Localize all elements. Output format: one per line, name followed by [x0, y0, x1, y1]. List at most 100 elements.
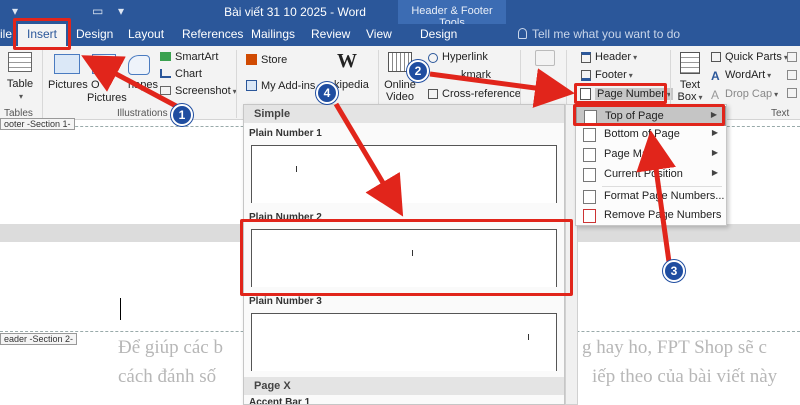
- object-icon: [787, 88, 797, 98]
- tab-layout[interactable]: Layout: [128, 27, 164, 41]
- screenshot-icon: [160, 86, 171, 95]
- chart-button[interactable]: Chart: [175, 68, 202, 80]
- tab-file[interactable]: ile: [0, 27, 12, 41]
- my-addins-icon: [246, 80, 257, 91]
- my-addins-label: My Add-ins: [261, 80, 316, 92]
- cross-reference-icon: [428, 89, 438, 99]
- header-icon: [581, 52, 591, 63]
- body-text-line-2-left: cách đánh số: [118, 366, 217, 387]
- table-label: Table: [6, 78, 34, 90]
- tab-design[interactable]: Design: [76, 27, 113, 41]
- step-badge-2: 2: [407, 60, 429, 82]
- online-video-label-2: Video: [386, 91, 414, 103]
- new-comment-icon: [535, 50, 555, 66]
- bookmark-button[interactable]: kmark: [461, 69, 491, 81]
- quick-parts-label: Quick Parts: [725, 51, 782, 63]
- menu-item-format-page-numbers[interactable]: Format Page Numbers...: [576, 187, 726, 207]
- menu-item-remove-page-numbers[interactable]: Remove Page Numbers: [576, 206, 726, 226]
- date-time-icon: [787, 70, 797, 80]
- page-margins-icon: [583, 148, 596, 162]
- page-number-mark: [528, 334, 529, 340]
- tab-review[interactable]: Review: [311, 27, 350, 41]
- menu-label: Current Position: [604, 168, 683, 180]
- gallery-section-simple: Simple: [244, 105, 564, 123]
- format-page-numbers-icon: [583, 190, 596, 204]
- tell-me-search[interactable]: Tell me what you want to do: [518, 27, 680, 41]
- text-cursor: [120, 298, 121, 320]
- smartart-icon: [160, 52, 171, 61]
- chevron-right-icon: ▶: [711, 128, 718, 137]
- smartart-button[interactable]: SmartArt: [175, 51, 218, 63]
- group-label-illustrations: Illustrations: [117, 108, 168, 119]
- chevron-down-icon: ▾: [633, 53, 638, 62]
- bottom-of-page-icon: [583, 128, 596, 142]
- gallery-label-plain-number-3: Plain Number 3: [249, 296, 322, 307]
- pictures-button[interactable]: Pictures: [48, 79, 88, 91]
- highlight-plain-number-2: [240, 219, 573, 296]
- document-title: Bài viết 31 10 2025 - Word: [224, 5, 366, 19]
- tab-references[interactable]: References: [182, 27, 243, 41]
- wikipedia-button[interactable]: kipedia: [334, 79, 369, 91]
- tell-me-text: Tell me what you want to do: [532, 27, 681, 41]
- shapes-button[interactable]: hapes: [128, 79, 158, 91]
- drop-cap-icon: A: [711, 88, 720, 102]
- footer-label: Footer: [595, 69, 627, 81]
- wordart-label: WordArt: [725, 69, 766, 81]
- gallery-label-accent-bar-1: Accent Bar 1: [249, 397, 311, 405]
- menu-item-current-position[interactable]: Current Position ▶: [576, 165, 726, 185]
- current-position-icon: [583, 168, 596, 182]
- menu-label: Page Ma: [604, 148, 649, 160]
- online-pictures-button[interactable]: O: [91, 79, 100, 91]
- table-button[interactable]: Table ▾: [3, 78, 37, 102]
- cross-reference-button[interactable]: Cross-reference: [442, 88, 521, 100]
- page-number-mark: [296, 166, 297, 172]
- body-text-line-1-left: Để giúp các b: [118, 337, 223, 358]
- gallery-label-plain-number-1: Plain Number 1: [249, 128, 322, 139]
- group-divider: [236, 50, 237, 118]
- text-box-label-1: Text: [679, 79, 701, 91]
- hyperlink-icon: [428, 53, 438, 63]
- footer-button[interactable]: Footer ▾: [595, 69, 633, 81]
- gallery-item-plain-number-3[interactable]: [251, 313, 557, 371]
- gallery-item-plain-number-1[interactable]: [251, 145, 557, 203]
- highlight-insert-tab: [13, 18, 71, 50]
- chevron-right-icon: ▶: [711, 168, 718, 177]
- store-button[interactable]: Store: [261, 54, 287, 66]
- tab-mailings[interactable]: Mailings: [251, 27, 295, 41]
- drop-cap-label: Drop Cap: [725, 88, 773, 100]
- hyperlink-button[interactable]: Hyperlink: [442, 51, 488, 63]
- chart-icon: [160, 69, 171, 78]
- tab-header-footer-design[interactable]: Design: [420, 27, 457, 41]
- highlight-page-number-button: [574, 83, 667, 104]
- header-section-tag: eader -Section 2-: [0, 333, 78, 345]
- wordart-button[interactable]: WordArt ▾: [725, 69, 771, 81]
- group-divider: [42, 50, 43, 118]
- quick-parts-icon: [711, 52, 721, 62]
- menu-item-page-margins[interactable]: Page Ma ▶: [576, 145, 726, 165]
- step-badge-4: 4: [316, 82, 338, 104]
- text-box-button[interactable]: Text Box ▾: [675, 79, 705, 103]
- header-button[interactable]: Header ▾: [595, 51, 637, 63]
- footer-section-tag: ooter -Section 1-: [0, 118, 75, 130]
- step-badge-1: 1: [171, 104, 193, 126]
- online-video-button[interactable]: Online Video: [383, 79, 417, 103]
- table-icon: [8, 52, 32, 72]
- online-pictures-icon: [92, 54, 116, 74]
- tab-view[interactable]: View: [366, 27, 392, 41]
- chevron-down-icon: ▾: [698, 93, 703, 102]
- online-pictures-label-2: Pictures: [87, 92, 127, 104]
- text-box-label-2: Box: [677, 91, 697, 103]
- my-addins-button[interactable]: My Add-ins▾: [261, 80, 321, 92]
- chevron-down-icon: ▾: [767, 71, 772, 80]
- quick-parts-button[interactable]: Quick Parts ▾: [725, 51, 788, 63]
- screenshot-button[interactable]: Screenshot ▾: [175, 85, 237, 97]
- remove-page-numbers-icon: [583, 209, 596, 223]
- drop-cap-button[interactable]: Drop Cap ▾: [725, 88, 778, 100]
- online-video-label-1: Online: [384, 79, 416, 91]
- footer-icon: [581, 70, 591, 81]
- text-box-icon: [680, 52, 700, 74]
- body-text-line-2-right: iếp theo của bài viết này: [592, 366, 778, 387]
- chevron-down-icon: ▾: [774, 90, 779, 99]
- menu-item-bottom-of-page[interactable]: Bottom of Page ▶: [576, 125, 726, 145]
- pictures-icon: [54, 54, 80, 74]
